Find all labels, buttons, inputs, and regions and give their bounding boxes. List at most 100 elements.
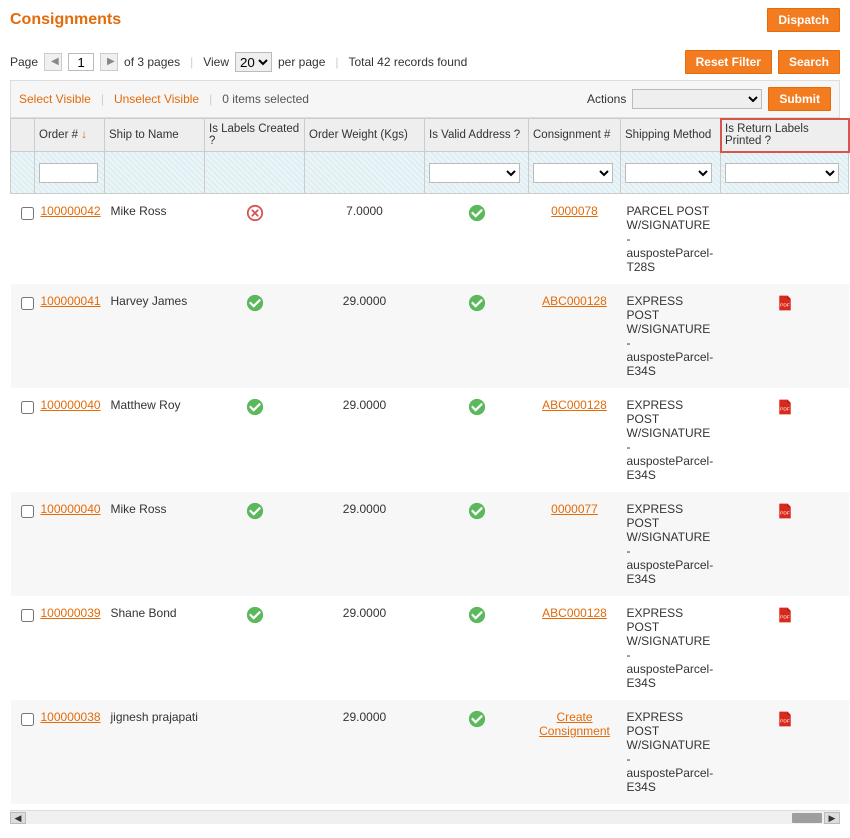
consignment-header[interactable]: Consignment # — [529, 119, 621, 152]
shipping-method-cell: PARCEL POST W/SIGNATURE - ausposteParcel… — [621, 194, 721, 285]
check-icon — [246, 606, 264, 624]
pdf-icon[interactable]: PDF — [776, 710, 794, 728]
shipping-method-cell: EXPRESS POST W/SIGNATURE - ausposteParce… — [621, 596, 721, 700]
scroll-right-icon[interactable]: ▶ — [824, 812, 840, 824]
consignment-cell: 0000078 — [529, 194, 621, 285]
order-link[interactable]: 100000040 — [41, 502, 101, 516]
page-number-input[interactable] — [68, 53, 94, 71]
consignment-cell: ABC000128 — [529, 596, 621, 700]
submit-button[interactable]: Submit — [768, 87, 831, 111]
ship-to-cell: Mike Ross — [105, 492, 205, 596]
return-labels-filter-select[interactable] — [725, 163, 839, 183]
total-records-label: Total 42 records found — [349, 55, 468, 69]
weight-cell: 29.0000 — [305, 388, 425, 492]
shipping-method-header[interactable]: Shipping Method — [621, 119, 721, 152]
page-title: Consignments — [10, 11, 121, 29]
row-checkbox[interactable] — [21, 297, 34, 310]
prev-page-button[interactable]: ◀ — [44, 53, 62, 71]
horizontal-scrollbar[interactable]: ◀ ▶ — [10, 810, 840, 824]
separator: | — [209, 92, 212, 106]
consignment-link[interactable]: 0000078 — [551, 204, 598, 218]
labels-created-header[interactable]: Is Labels Created ? — [205, 119, 305, 152]
valid-address-filter-select[interactable] — [429, 163, 520, 183]
search-button[interactable]: Search — [778, 50, 840, 74]
actions-select[interactable] — [632, 89, 762, 109]
valid-address-header[interactable]: Is Valid Address ? — [425, 119, 529, 152]
valid-address-cell — [425, 492, 529, 596]
table-row: 100000040 Mike Ross 29.0000 0000077 EXPRESS … — [11, 492, 849, 596]
svg-text:PDF: PDF — [780, 302, 790, 308]
weight-cell: 7.0000 — [305, 194, 425, 285]
valid-address-cell — [425, 194, 529, 285]
scroll-handle[interactable] — [792, 813, 822, 823]
order-link[interactable]: 100000042 — [41, 204, 101, 218]
shipping-method-filter-select[interactable] — [625, 163, 712, 183]
check-icon — [468, 502, 486, 520]
row-checkbox[interactable] — [21, 505, 34, 518]
order-header[interactable]: Order # ↓ — [35, 119, 105, 152]
consignment-cell: ABC000128 — [529, 284, 621, 388]
check-icon — [246, 398, 264, 416]
svg-text:PDF: PDF — [780, 614, 790, 620]
labels-created-cell — [205, 194, 305, 285]
sort-desc-icon: ↓ — [81, 129, 87, 141]
return-labels-cell — [721, 194, 849, 285]
dispatch-button[interactable]: Dispatch — [767, 8, 840, 32]
per-page-label: per page — [278, 55, 325, 69]
valid-address-cell — [425, 284, 529, 388]
reset-filter-button[interactable]: Reset Filter — [685, 50, 772, 74]
order-link[interactable]: 100000041 — [41, 294, 101, 308]
page-label: Page — [10, 55, 38, 69]
check-icon — [468, 710, 486, 728]
check-icon — [468, 204, 486, 222]
valid-address-cell — [425, 388, 529, 492]
next-page-button[interactable]: ▶ — [100, 53, 118, 71]
check-icon — [246, 294, 264, 312]
shipping-method-cell: EXPRESS POST W/SIGNATURE - ausposteParce… — [621, 492, 721, 596]
order-link[interactable]: 100000039 — [41, 606, 101, 620]
weight-cell: 29.0000 — [305, 492, 425, 596]
labels-created-cell — [205, 492, 305, 596]
ship-to-cell: Harvey James — [105, 284, 205, 388]
pdf-icon[interactable]: PDF — [776, 606, 794, 624]
check-icon — [468, 398, 486, 416]
pagination: Page ◀ ▶ of 3 pages | View 20 per page |… — [10, 52, 467, 72]
labels-created-cell — [205, 388, 305, 492]
ship-to-header[interactable]: Ship to Name — [105, 119, 205, 152]
row-checkbox[interactable] — [21, 207, 34, 220]
shipping-method-cell: EXPRESS POST W/SIGNATURE - ausposteParce… — [621, 700, 721, 804]
check-icon — [468, 606, 486, 624]
consignment-filter-select[interactable] — [533, 163, 613, 183]
row-checkbox[interactable] — [21, 401, 34, 414]
row-checkbox[interactable] — [21, 609, 34, 622]
valid-address-cell — [425, 596, 529, 700]
order-filter-input[interactable] — [39, 163, 98, 183]
pdf-icon[interactable]: PDF — [776, 398, 794, 416]
consignment-link[interactable]: ABC000128 — [542, 606, 607, 620]
consignments-table: Order # ↓ Ship to Name Is Labels Created… — [10, 118, 849, 804]
svg-text:PDF: PDF — [780, 510, 790, 516]
order-link[interactable]: 100000040 — [41, 398, 101, 412]
return-labels-cell: PDF — [721, 492, 849, 596]
return-labels-header[interactable]: Is Return Labels Printed ? — [721, 119, 849, 152]
scroll-left-icon[interactable]: ◀ — [10, 812, 26, 824]
svg-text:PDF: PDF — [780, 718, 790, 724]
valid-address-cell — [425, 700, 529, 804]
consignment-link[interactable]: 0000077 — [551, 502, 598, 516]
row-checkbox[interactable] — [21, 713, 34, 726]
per-page-select[interactable]: 20 — [235, 52, 272, 72]
shipping-method-cell: EXPRESS POST W/SIGNATURE - ausposteParce… — [621, 388, 721, 492]
unselect-visible-link[interactable]: Unselect Visible — [114, 92, 199, 106]
check-icon — [246, 502, 264, 520]
create-consignment-link[interactable]: CreateConsignment — [539, 710, 610, 738]
consignment-cell: 0000077 — [529, 492, 621, 596]
checkbox-header — [11, 119, 35, 152]
consignment-link[interactable]: ABC000128 — [542, 294, 607, 308]
order-link[interactable]: 100000038 — [41, 710, 101, 724]
pdf-icon[interactable]: PDF — [776, 294, 794, 312]
order-weight-header[interactable]: Order Weight (Kgs) — [305, 119, 425, 152]
consignment-link[interactable]: ABC000128 — [542, 398, 607, 412]
consignment-cell: ABC000128 — [529, 388, 621, 492]
pdf-icon[interactable]: PDF — [776, 502, 794, 520]
select-visible-link[interactable]: Select Visible — [19, 92, 91, 106]
